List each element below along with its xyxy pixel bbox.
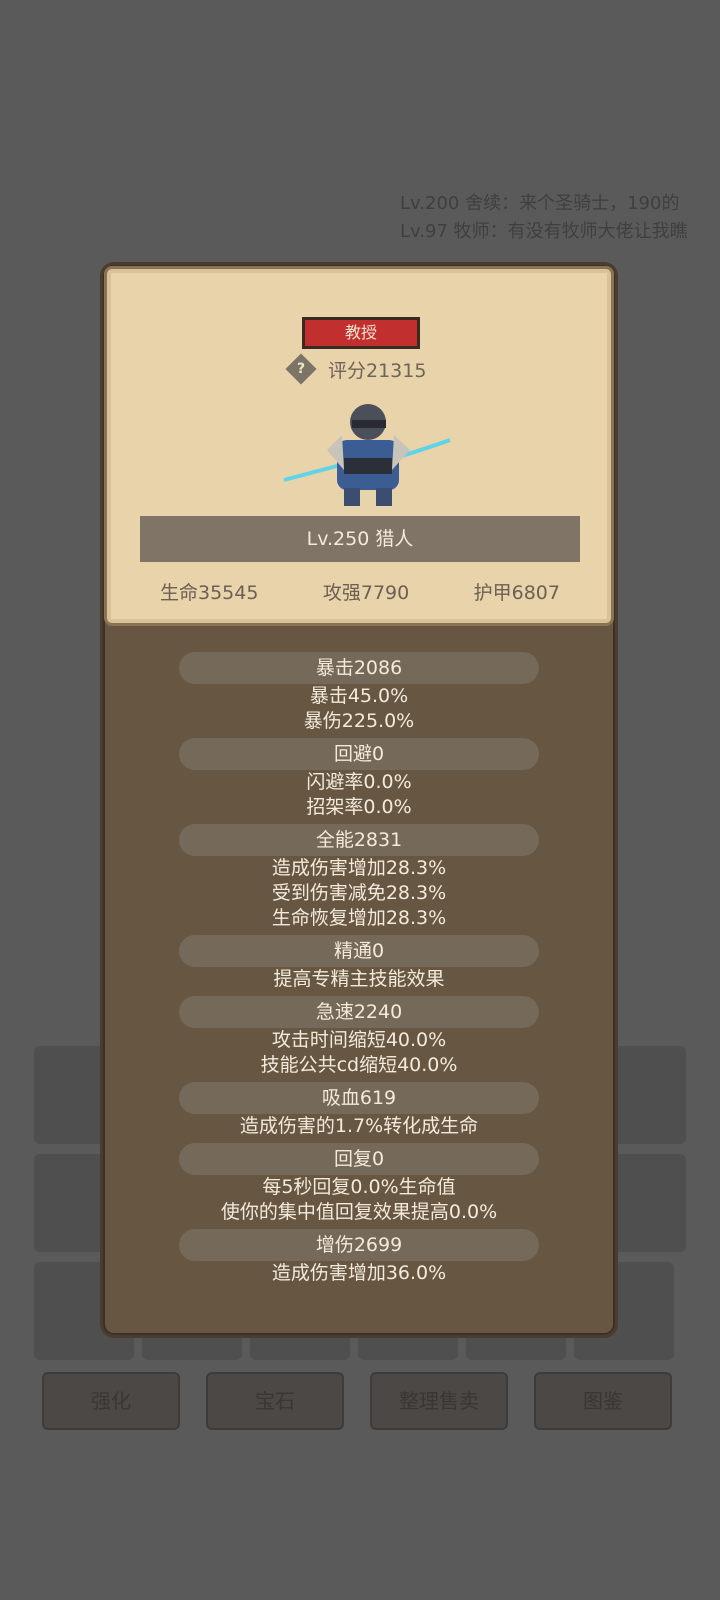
base-stats: 生命35545 攻强7790 护甲6807 [120,578,600,605]
title-badge: 教授 [302,317,420,349]
armor-stat: 护甲6807 [473,582,560,604]
sort-sell-button[interactable]: 整理售卖 [370,1372,508,1430]
attr-header-regen: 回复0 [179,1143,539,1175]
attr-header-damage-bonus: 增伤2699 [179,1229,539,1261]
level-class-banner: Lv.250 猎人 [140,516,580,562]
attack-stat: 攻强7790 [322,582,410,604]
attr-header-crit: 暴击2086 [179,652,539,684]
attr-line: 技能公共cd缩短40.0% [260,1054,458,1076]
attr-line: 受到伤害减免28.3% [271,882,447,904]
attr-line: 攻击时间缩短40.0% [271,1029,447,1051]
chat-feed: Lv.200 舍续：来个圣骑士，190的 Lv.97 牧师：有没有牧师大佬让我瞧 [400,190,720,246]
attr-header-dodge: 回避0 [179,738,539,770]
attr-line: 提高专精主技能效果 [273,968,445,990]
attr-header-mastery: 精通0 [179,935,539,967]
attr-line: 造成伤害增加28.3% [271,857,447,879]
hunter-avatar [283,404,451,506]
attr-line: 闪避率0.0% [306,771,412,793]
attr-line: 每5秒回复0.0%生命值 [262,1176,456,1198]
question-icon[interactable]: ? [285,353,317,385]
attr-header-versatility: 全能2831 [179,824,539,856]
hp-stat: 生命35545 [160,582,259,604]
attr-line: 造成伤害增加36.0% [271,1262,447,1284]
attr-line: 暴击45.0% [309,685,409,707]
attr-line: 使你的集中值回复效果提高0.0% [220,1201,498,1223]
attr-line: 暴伤225.0% [303,710,415,732]
gem-button[interactable]: 宝石 [206,1372,344,1430]
enhance-button[interactable]: 强化 [42,1372,180,1430]
codex-button[interactable]: 图鉴 [534,1372,672,1430]
attr-header-haste: 急速2240 [179,996,539,1028]
attribute-list: 暴击2086 暴击45.0% 暴伤225.0% 回避0 闪避率0.0% 招架率0… [100,648,618,1286]
chat-line: Lv.200 舍续：来个圣骑士，190的 [400,193,680,214]
score-row: ? 评分21315 [285,353,427,385]
attr-line: 生命恢复增加28.3% [271,907,447,929]
chat-line: Lv.97 牧师：有没有牧师大佬让我瞧 [400,221,688,242]
attr-line: 招架率0.0% [306,796,412,818]
attr-header-lifesteal: 吸血619 [179,1082,539,1114]
attr-line: 造成伤害的1.7%转化成生命 [239,1115,479,1137]
score-text: 评分21315 [328,359,427,382]
